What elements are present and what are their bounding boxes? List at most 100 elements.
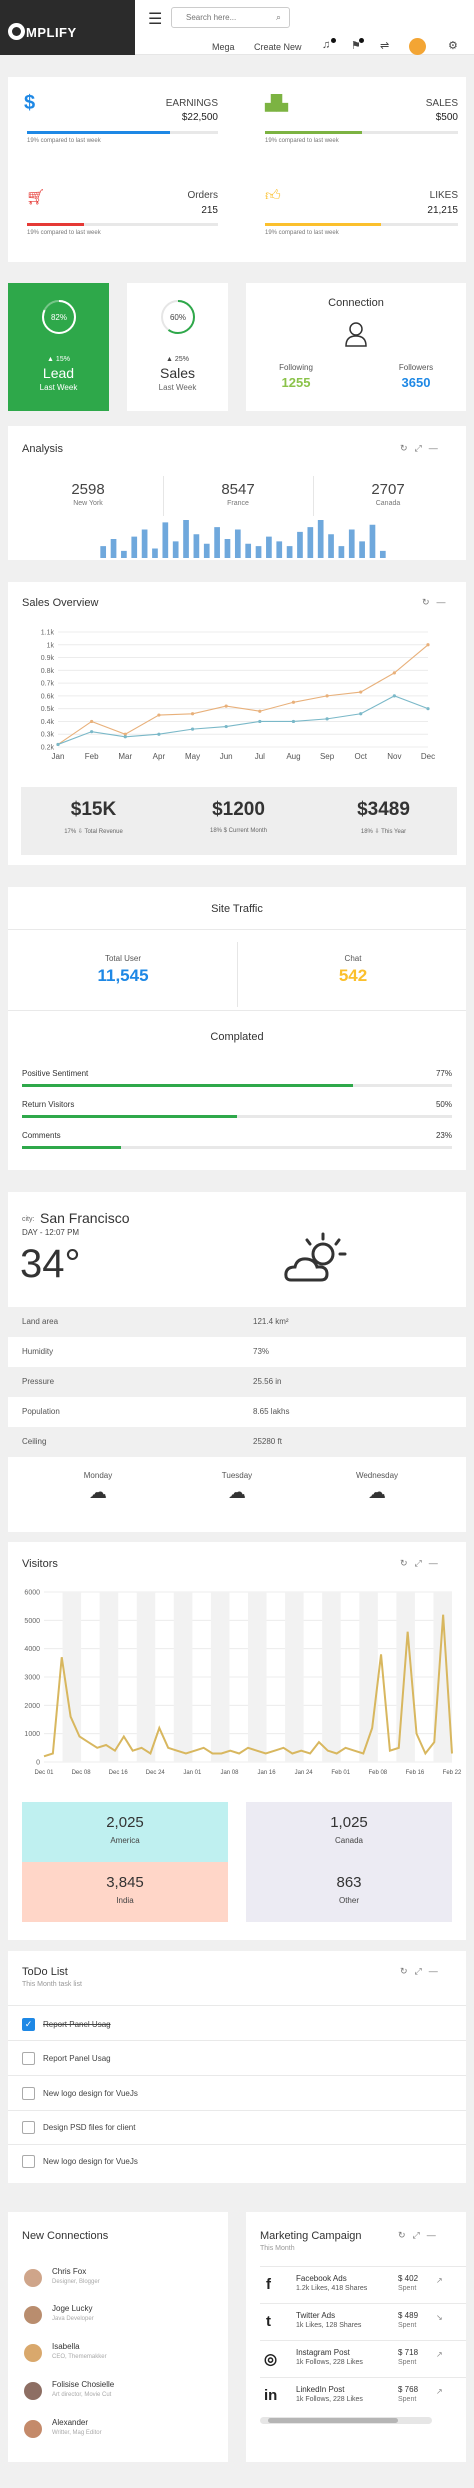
analysis-bar (245, 543, 252, 558)
minimize-icon[interactable]: — (437, 597, 453, 607)
forecast-day: Monday (83, 1471, 113, 1480)
forecast-day: Wednesday (355, 1471, 399, 1480)
analysis-bar (307, 527, 314, 558)
divider (8, 2144, 466, 2145)
marketing-sub: This Month (260, 2245, 295, 2252)
analysis-bar (141, 529, 148, 558)
search-box: ⌕ (171, 7, 290, 28)
y-tick-label: 2000 (24, 1703, 40, 1710)
divider (8, 2110, 466, 2111)
weather-row-label: Land area (22, 1317, 59, 1326)
weather-time: DAY - 12:07 PM (22, 1228, 80, 1237)
sales-percent: 60% (170, 313, 186, 322)
analysis-bar (224, 539, 231, 558)
scrollbar-thumb[interactable] (268, 2418, 398, 2423)
search-icon[interactable]: ⌕ (276, 12, 281, 23)
visitors-title: Visitors (22, 1558, 58, 1570)
analysis-value-canada: 2707 (371, 481, 405, 498)
grid-band (210, 1592, 230, 1762)
data-point (56, 742, 60, 747)
brand[interactable]: MPLIFY (0, 0, 135, 55)
x-tick-label: Dec 24 (146, 1770, 166, 1776)
thumbs-up-icon: 👍︎ (265, 187, 281, 204)
analysis-bar (183, 520, 189, 558)
new-connections-card: New Connections Chris Fox Designer, Blog… (8, 2212, 228, 2462)
x-tick-label: Sep (320, 752, 335, 761)
analysis-label-canada: Canada (375, 500, 401, 507)
x-tick-label: Aug (286, 752, 300, 761)
search-input[interactable] (172, 8, 267, 27)
menu-toggle-icon[interactable]: ☰ (148, 9, 162, 29)
city-prefix: city: (22, 1216, 35, 1223)
bar-chart-icon: ▟▙ (265, 95, 289, 112)
sales-change: ▲ 25% (166, 356, 189, 363)
analysis-label-ny: New York (73, 500, 103, 507)
stats-card: $ EARNINGS $22,500 19% compared to last … (8, 77, 466, 262)
expand-icon[interactable]: ⤢ (415, 1966, 429, 1976)
gear-icon[interactable]: ⚙ (448, 39, 458, 52)
todo-checkbox[interactable] (22, 2087, 35, 2100)
y-tick-label: 3000 (24, 1675, 40, 1682)
notification-dot (331, 38, 336, 43)
stat-progress (27, 223, 218, 226)
analysis-bar (369, 524, 376, 558)
y-tick-label: 0 (36, 1760, 40, 1767)
x-tick-label: Feb 22 (443, 1770, 462, 1776)
traffic-row-label: Positive Sentiment (22, 1069, 89, 1078)
stat-value: 21,215 (427, 205, 458, 216)
expand-icon[interactable]: ⤢ (415, 443, 429, 453)
nav-create-new[interactable]: Create New (254, 42, 302, 52)
analysis-bar (172, 541, 179, 558)
expand-icon[interactable]: ⤢ (413, 2230, 427, 2240)
nav-mega[interactable]: Mega (212, 42, 235, 52)
refresh-icon[interactable]: ↻ (422, 597, 437, 607)
cart-icon: 🛒︎ (26, 189, 46, 206)
expand-icon[interactable]: ⤢ (415, 1558, 429, 1568)
todo-checkbox[interactable]: ✓ (22, 2018, 35, 2031)
weather-row-value: 25.56 in (253, 1377, 282, 1386)
user-avatar[interactable] (409, 38, 426, 55)
campaign-spent: Spent (398, 2285, 417, 2292)
brand-logo-icon (8, 23, 25, 40)
bell-icon[interactable]: ♫ (322, 39, 330, 51)
todo-checkbox[interactable] (22, 2155, 35, 2168)
y-tick-label: 6000 (24, 1590, 40, 1597)
analysis-bar (379, 550, 386, 558)
weather-row: Humidity 73% (8, 1337, 466, 1367)
analysis-bar (131, 536, 138, 558)
analysis-bar (348, 529, 355, 558)
summary-label: 17% ⇩ Total Revenue (64, 829, 123, 835)
refresh-icon[interactable]: ↻ (400, 1966, 415, 1976)
refresh-icon[interactable]: ↻ (400, 443, 415, 453)
minimize-icon[interactable]: — (429, 1966, 445, 1976)
y-tick-label: 0.7k (41, 681, 55, 688)
minimize-icon[interactable]: — (429, 1558, 445, 1568)
x-tick-label: Oct (355, 752, 368, 761)
tile-label: India (116, 1896, 134, 1905)
data-point (291, 700, 296, 704)
campaign-amount: $ 768 (398, 2385, 419, 2394)
sales-ring: 60% (161, 300, 195, 334)
sales-sub: Last Week (158, 383, 197, 392)
stat-value: $22,500 (181, 112, 218, 123)
equalizer-icon[interactable]: ⇌ (380, 39, 389, 52)
todo-checkbox[interactable] (22, 2052, 35, 2065)
divider (313, 476, 314, 516)
sales-overview-card: Sales Overview ↻— 0.2k 0.3k 0.4k 0.5k 0.6k 0.… (8, 582, 466, 865)
minimize-icon[interactable]: — (429, 443, 445, 453)
y-tick-label: 0.2k (41, 745, 55, 752)
completed-title: Complated (210, 1031, 264, 1043)
divider (8, 1010, 466, 1011)
todo-checkbox[interactable] (22, 2121, 35, 2134)
tile-value: 863 (336, 1874, 362, 1891)
minimize-icon[interactable]: — (427, 2230, 443, 2240)
analysis-bar (276, 541, 283, 558)
data-point (90, 719, 94, 724)
refresh-icon[interactable]: ↻ (400, 1558, 415, 1568)
linkedin-icon: in (264, 2387, 278, 2404)
analysis-bar (338, 546, 345, 558)
stat-label: SALES (425, 98, 458, 109)
refresh-icon[interactable]: ↻ (398, 2230, 413, 2240)
x-tick-label: Dec 16 (109, 1770, 129, 1776)
horizontal-scrollbar[interactable] (260, 2417, 432, 2424)
